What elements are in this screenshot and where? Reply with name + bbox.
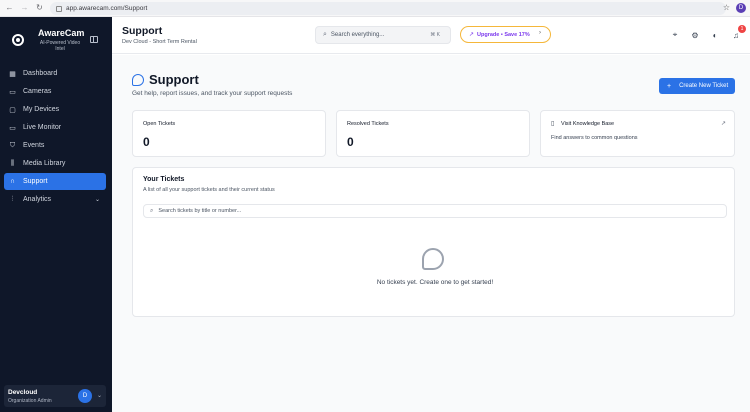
brand-tagline: AI-Powered Video Intel: [39, 40, 81, 52]
sidebar-item-label: My Devices: [23, 106, 60, 113]
book-icon: ▯: [551, 121, 555, 127]
upgrade-button[interactable]: ↗ Upgrade • Save 17% ›: [460, 26, 551, 43]
back-icon[interactable]: ←: [4, 3, 15, 14]
sidebar-item-live-monitor[interactable]: ▭ Live Monitor: [4, 119, 106, 136]
sidebar: AwareCam AI-Powered Video Intel ▦ Dashbo…: [0, 17, 112, 412]
trending-up-icon: ↗: [469, 32, 475, 38]
header-subtitle: Dev Cloud - Short Term Rental: [122, 39, 197, 45]
sidebar-item-analytics[interactable]: ⫶ Analytics ⌄: [4, 191, 106, 208]
brand: AwareCam AI-Powered Video Intel: [8, 25, 108, 61]
forward-icon[interactable]: →: [19, 3, 30, 14]
library-icon: ⫼: [10, 159, 15, 167]
avatar: D: [78, 389, 92, 403]
knowledge-base-label: Visit Knowledge Base: [561, 121, 615, 127]
sidebar-item-label: Dashboard: [23, 70, 58, 77]
camera-icon: ▭: [9, 88, 16, 96]
create-ticket-button[interactable]: + Create New Ticket: [659, 78, 735, 94]
shield-icon: ⛉: [9, 141, 16, 149]
help-icon[interactable]: ◐: [710, 30, 720, 40]
user-name: Devcloud: [8, 389, 38, 396]
chevron-down-icon: ⌄: [94, 197, 100, 203]
sidebar-nav: ▦ Dashboard ▭ Cameras ▢ My Devices ▭ Liv…: [4, 65, 106, 209]
sidebar-item-label: Media Library: [23, 160, 66, 167]
resolved-tickets-label: Resolved Tickets: [347, 121, 389, 127]
global-search-input[interactable]: ⌕ Search everything... ⌘ K: [315, 26, 451, 44]
sidebar-collapse-icon[interactable]: [90, 36, 98, 43]
tickets-title: Your Tickets: [143, 176, 185, 183]
top-header: Support Dev Cloud - Short Term Rental ⌕ …: [112, 17, 750, 54]
ticket-search-placeholder: Search tickets by title or number...: [158, 208, 242, 214]
search-icon: ⌕: [150, 207, 154, 214]
chart-icon: ⫶: [11, 195, 14, 203]
ticket-search-input[interactable]: ⌕ Search tickets by title or number...: [143, 204, 727, 218]
sidebar-item-dashboard[interactable]: ▦ Dashboard: [4, 65, 106, 82]
create-ticket-label: Create New Ticket: [679, 83, 729, 89]
browser-profile-avatar[interactable]: D: [736, 3, 746, 13]
sidebar-item-media-library[interactable]: ⫼ Media Library: [4, 155, 106, 172]
brand-name: AwareCam: [38, 28, 85, 38]
message-circle-icon: [132, 74, 144, 86]
open-tickets-value: 0: [143, 135, 150, 149]
open-tickets-label: Open Tickets: [143, 121, 176, 127]
knowledge-base-card[interactable]: ▯ Visit Knowledge Base Find answers to c…: [540, 110, 735, 157]
awarecam-logo-icon: [12, 34, 24, 46]
device-icon: ▢: [9, 106, 16, 114]
external-link-icon: ↗: [720, 121, 726, 127]
tickets-subtitle: A list of all your support tickets and t…: [143, 187, 275, 193]
monitor-icon: ▭: [9, 124, 16, 132]
open-tickets-card: Open Tickets 0: [132, 110, 326, 157]
main-content: Support Get help, report issues, and tra…: [112, 55, 750, 412]
sidebar-item-events[interactable]: ⛉ Events: [4, 137, 106, 154]
resolved-tickets-value: 0: [347, 135, 354, 149]
sidebar-item-label: Live Monitor: [23, 124, 62, 131]
resolved-tickets-card: Resolved Tickets 0: [336, 110, 530, 157]
upgrade-label: Upgrade • Save 17%: [477, 31, 530, 38]
grid-icon: ▦: [9, 70, 16, 78]
sidebar-item-my-devices[interactable]: ▢ My Devices: [4, 101, 106, 118]
page-title: Support: [149, 72, 199, 87]
tickets-panel: Your Tickets A list of all your support …: [132, 167, 735, 317]
reload-icon[interactable]: ↻: [34, 3, 45, 14]
gear-icon[interactable]: ⚙: [690, 30, 700, 40]
user-role: Organization Admin: [8, 398, 52, 404]
sidebar-item-label: Analytics: [23, 196, 52, 203]
header-title: Support: [122, 25, 163, 37]
sidebar-item-label: Support: [23, 178, 48, 185]
url-text: app.awarecam.com/Support: [66, 5, 148, 12]
site-info-icon[interactable]: [56, 5, 62, 12]
sidebar-item-support[interactable]: ∩ Support: [4, 173, 106, 190]
message-circle-icon: [422, 248, 444, 270]
chevron-right-icon: ›: [539, 30, 541, 36]
sidebar-item-label: Events: [23, 142, 45, 149]
notification-badge: 1: [738, 25, 746, 33]
chevron-down-icon: ⌄: [97, 393, 103, 399]
page-subtitle: Get help, report issues, and track your …: [132, 90, 293, 97]
plus-icon: +: [667, 82, 672, 90]
browser-toolbar: ← → ↻ app.awarecam.com/Support ☆ D: [0, 0, 750, 17]
search-icon: ⌕: [323, 31, 327, 38]
headset-icon: ∩: [9, 178, 16, 185]
search-shortcut: ⌘ K: [430, 32, 440, 38]
empty-state-text: No tickets yet. Create one to get starte…: [376, 279, 494, 286]
knowledge-base-subtitle: Find answers to common questions: [551, 135, 638, 141]
sidebar-item-label: Cameras: [23, 88, 52, 95]
user-menu[interactable]: Devcloud Organization Admin D ⌄: [4, 385, 106, 407]
location-icon[interactable]: ⌖: [670, 30, 680, 40]
search-placeholder: Search everything...: [330, 32, 385, 38]
sidebar-item-cameras[interactable]: ▭ Cameras: [4, 83, 106, 100]
address-bar[interactable]: app.awarecam.com/Support: [50, 2, 726, 15]
bookmark-star-icon[interactable]: ☆: [723, 3, 730, 12]
